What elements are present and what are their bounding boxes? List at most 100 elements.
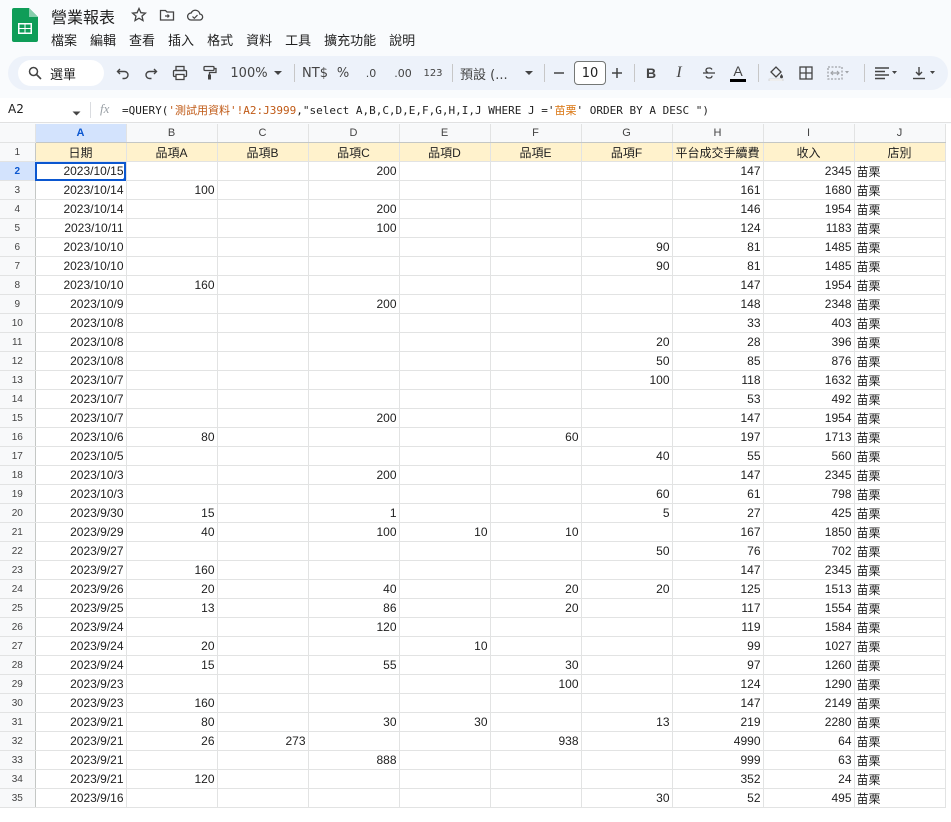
value-cell[interactable] — [308, 370, 400, 390]
value-cell[interactable] — [490, 351, 582, 371]
store-cell[interactable]: 苗栗 — [854, 370, 946, 390]
value-cell[interactable] — [308, 674, 400, 694]
value-cell[interactable] — [399, 332, 491, 352]
value-cell[interactable] — [490, 370, 582, 390]
header-cell[interactable]: 平台成交手續費 — [672, 142, 764, 162]
value-cell[interactable] — [490, 218, 582, 238]
header-cell[interactable]: 日期 — [35, 142, 127, 162]
value-cell[interactable]: 1554 — [763, 598, 855, 618]
value-cell[interactable] — [399, 351, 491, 371]
value-cell[interactable]: 200 — [308, 465, 400, 485]
value-cell[interactable] — [399, 484, 491, 504]
value-cell[interactable] — [217, 598, 309, 618]
value-cell[interactable] — [217, 560, 309, 580]
value-cell[interactable]: 160 — [126, 275, 218, 295]
value-cell[interactable] — [126, 161, 218, 181]
value-cell[interactable] — [399, 180, 491, 200]
value-cell[interactable] — [581, 655, 673, 675]
value-cell[interactable] — [399, 503, 491, 523]
more-formats-button[interactable]: 123 — [420, 56, 446, 90]
value-cell[interactable] — [308, 446, 400, 466]
value-cell[interactable]: 76 — [672, 541, 764, 561]
value-cell[interactable] — [399, 731, 491, 751]
row-header[interactable]: 12 — [0, 351, 36, 371]
row-header[interactable]: 9 — [0, 294, 36, 314]
value-cell[interactable] — [490, 503, 582, 523]
value-cell[interactable]: 1584 — [763, 617, 855, 637]
value-cell[interactable]: 118 — [672, 370, 764, 390]
value-cell[interactable] — [308, 769, 400, 789]
value-cell[interactable] — [308, 351, 400, 371]
date-cell[interactable]: 2023/10/14 — [35, 199, 127, 219]
value-cell[interactable]: 119 — [672, 617, 764, 637]
paint-format-icon[interactable] — [198, 56, 222, 90]
store-cell[interactable]: 苗栗 — [854, 674, 946, 694]
value-cell[interactable] — [399, 256, 491, 276]
value-cell[interactable] — [217, 446, 309, 466]
value-cell[interactable] — [399, 218, 491, 238]
value-cell[interactable] — [126, 484, 218, 504]
value-cell[interactable]: 30 — [399, 712, 491, 732]
value-cell[interactable] — [399, 750, 491, 770]
value-cell[interactable] — [126, 617, 218, 637]
value-cell[interactable]: 55 — [672, 446, 764, 466]
value-cell[interactable]: 148 — [672, 294, 764, 314]
row-header[interactable]: 11 — [0, 332, 36, 352]
value-cell[interactable] — [581, 731, 673, 751]
menu-insert[interactable]: 插入 — [168, 30, 201, 49]
value-cell[interactable]: 120 — [126, 769, 218, 789]
value-cell[interactable] — [126, 465, 218, 485]
value-cell[interactable] — [217, 332, 309, 352]
move-to-folder-icon[interactable] — [158, 6, 176, 24]
store-cell[interactable]: 苗栗 — [854, 579, 946, 599]
store-cell[interactable]: 苗栗 — [854, 161, 946, 181]
date-cell[interactable]: 2023/9/23 — [35, 674, 127, 694]
date-cell[interactable]: 2023/10/8 — [35, 313, 127, 333]
currency-format-button[interactable]: NT$ — [300, 56, 330, 90]
value-cell[interactable] — [399, 389, 491, 409]
header-cell[interactable]: 品項C — [308, 142, 400, 162]
value-cell[interactable] — [217, 313, 309, 333]
value-cell[interactable] — [217, 655, 309, 675]
italic-button[interactable]: I — [668, 56, 690, 90]
value-cell[interactable]: 425 — [763, 503, 855, 523]
column-header-e[interactable]: E — [399, 124, 491, 143]
value-cell[interactable]: 20 — [126, 636, 218, 656]
value-cell[interactable] — [581, 617, 673, 637]
formula-input[interactable]: =QUERY('測試用資料'!A2:J3999,"select A,B,C,D,… — [122, 102, 709, 118]
store-cell[interactable]: 苗栗 — [854, 389, 946, 409]
value-cell[interactable] — [581, 750, 673, 770]
print-icon[interactable] — [168, 56, 192, 90]
value-cell[interactable] — [490, 161, 582, 181]
value-cell[interactable] — [217, 503, 309, 523]
value-cell[interactable]: 938 — [490, 731, 582, 751]
font-size-input[interactable]: 10 — [574, 61, 606, 85]
value-cell[interactable]: 30 — [308, 712, 400, 732]
value-cell[interactable]: 27 — [672, 503, 764, 523]
value-cell[interactable] — [308, 693, 400, 713]
value-cell[interactable] — [490, 750, 582, 770]
store-cell[interactable]: 苗栗 — [854, 332, 946, 352]
value-cell[interactable] — [126, 788, 218, 808]
value-cell[interactable] — [399, 408, 491, 428]
row-header[interactable]: 15 — [0, 408, 36, 428]
date-cell[interactable]: 2023/10/10 — [35, 237, 127, 257]
value-cell[interactable]: 197 — [672, 427, 764, 447]
value-cell[interactable]: 100 — [308, 522, 400, 542]
value-cell[interactable] — [399, 313, 491, 333]
value-cell[interactable] — [217, 788, 309, 808]
date-cell[interactable]: 2023/9/26 — [35, 579, 127, 599]
value-cell[interactable] — [399, 465, 491, 485]
row-header[interactable]: 14 — [0, 389, 36, 409]
row-header[interactable]: 4 — [0, 199, 36, 219]
value-cell[interactable]: 20 — [581, 579, 673, 599]
redo-icon[interactable] — [140, 56, 162, 90]
bold-button[interactable]: B — [640, 56, 662, 90]
value-cell[interactable]: 100 — [490, 674, 582, 694]
value-cell[interactable] — [490, 294, 582, 314]
value-cell[interactable] — [217, 199, 309, 219]
value-cell[interactable]: 40 — [308, 579, 400, 599]
value-cell[interactable] — [581, 522, 673, 542]
store-cell[interactable]: 苗栗 — [854, 655, 946, 675]
value-cell[interactable]: 100 — [308, 218, 400, 238]
